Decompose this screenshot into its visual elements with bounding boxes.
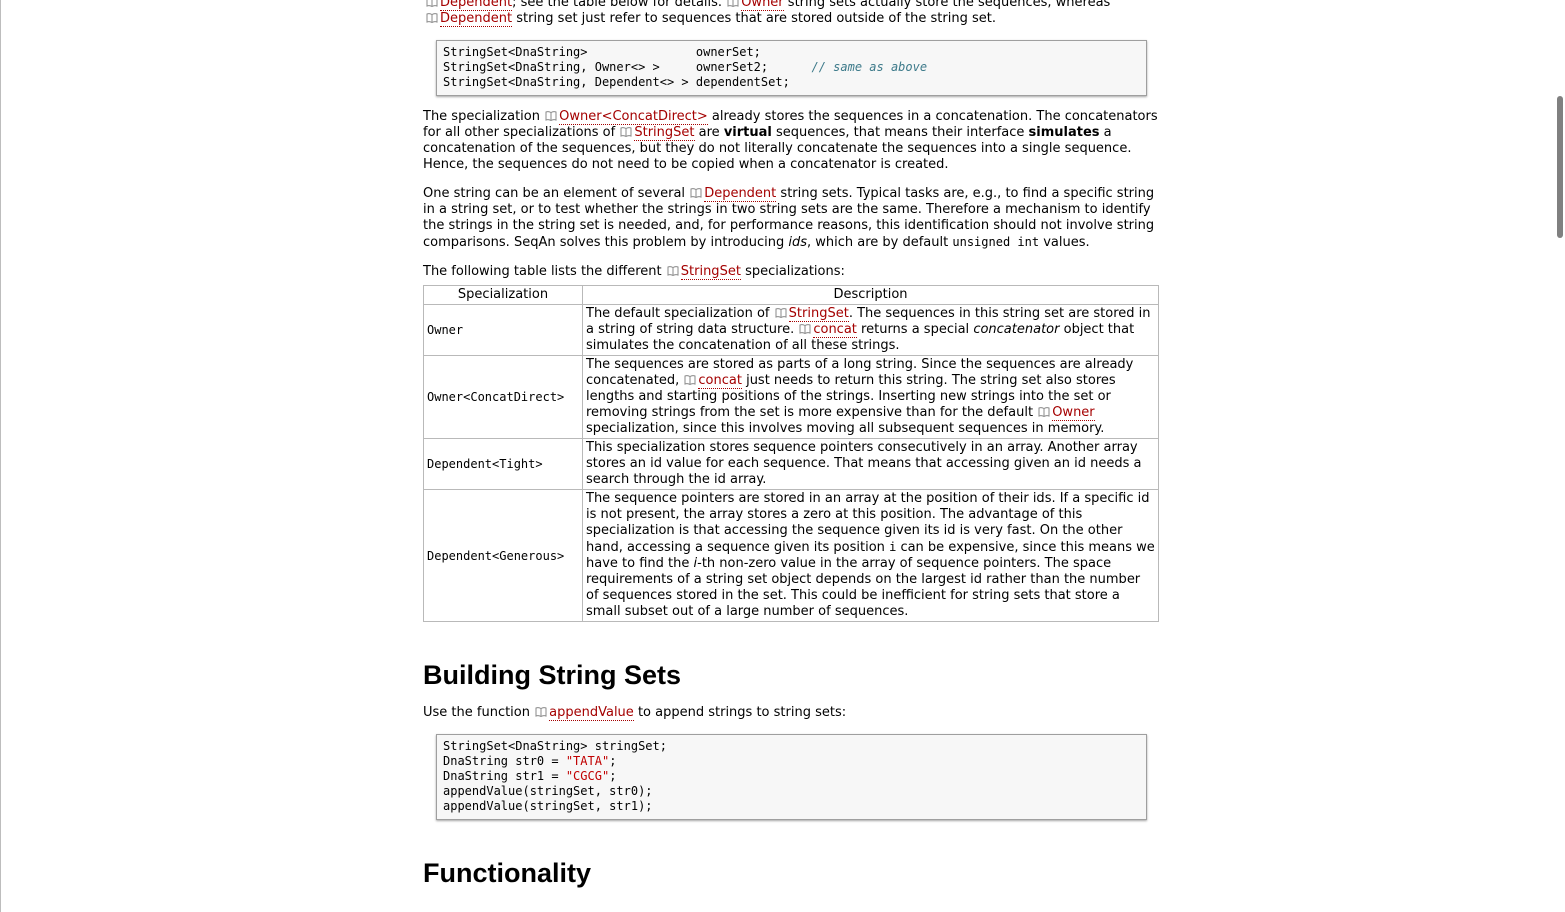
intro-text: string set just refer to sequences that … bbox=[516, 11, 996, 26]
spec-description: The default specialization of StringSet.… bbox=[582, 304, 1159, 356]
table-header-row: Specialization Description bbox=[423, 285, 1159, 305]
code-line: dependentSet; bbox=[695, 75, 790, 89]
section-heading-building-string-sets: Building String Sets bbox=[423, 660, 682, 690]
spec-description: The sequence pointers are stored in an a… bbox=[582, 489, 1159, 622]
para-text: The following table lists the different bbox=[423, 264, 662, 279]
para-text: to append strings to string sets: bbox=[637, 705, 847, 720]
table-row: Dependent<Generous> The sequence pointer… bbox=[423, 489, 1159, 622]
para-text: The specialization bbox=[423, 109, 540, 124]
book-icon bbox=[545, 111, 557, 121]
paragraph-table-intro: The following table lists the different … bbox=[423, 264, 1159, 280]
intro-text: string sets actually store the sequences… bbox=[787, 0, 1111, 10]
link-concat[interactable]: concat bbox=[698, 373, 742, 389]
vertical-scrollbar[interactable] bbox=[1553, 0, 1565, 912]
code-line: ownerSet; bbox=[695, 45, 761, 59]
link-concat[interactable]: concat bbox=[813, 322, 857, 338]
code-line: ; bbox=[609, 754, 617, 768]
link-appendvalue[interactable]: appendValue bbox=[549, 705, 634, 721]
book-icon bbox=[684, 375, 696, 385]
para-text: specializations: bbox=[745, 264, 845, 279]
code-line: StringSet<DnaString, Owner<> > bbox=[443, 60, 696, 74]
paragraph-ids: One string can be an element of several … bbox=[423, 186, 1159, 251]
code-line: StringSet<DnaString> bbox=[443, 45, 696, 59]
inline-code: i bbox=[889, 540, 897, 554]
spec-name: Dependent<Generous> bbox=[423, 489, 583, 622]
spec-name: Dependent<Tight> bbox=[423, 438, 583, 490]
link-dependent[interactable]: Dependent bbox=[704, 186, 777, 202]
para-text: sequences, that means their interface bbox=[776, 125, 1025, 140]
intro-paragraph: Dependent; see the table below for detai… bbox=[425, 0, 1159, 27]
table-row: Dependent<Tight> This specialization sto… bbox=[423, 438, 1159, 490]
code-block-append-value: StringSet<DnaString> stringSet; DnaStrin… bbox=[436, 734, 1147, 820]
table-row: Owner The default specialization of Stri… bbox=[423, 304, 1159, 356]
book-icon bbox=[799, 324, 811, 334]
book-icon bbox=[1038, 407, 1050, 417]
code-line: ; bbox=[609, 769, 617, 783]
book-icon bbox=[426, 0, 438, 7]
cell-text: specialization, since this involves movi… bbox=[586, 421, 1105, 436]
para-text: One string can be an element of several bbox=[423, 186, 686, 201]
cell-text: returns a special bbox=[861, 322, 970, 337]
para-text: are bbox=[698, 125, 720, 140]
link-stringset[interactable]: StringSet bbox=[788, 306, 849, 322]
code-line: appendValue(stringSet, str1); bbox=[443, 799, 653, 813]
paragraph-append-value: Use the function appendValue to append s… bbox=[423, 705, 1159, 721]
inline-code: unsigned int bbox=[952, 235, 1040, 249]
code-block-stringset-decl: StringSet<DnaString> ownerSet; StringSet… bbox=[436, 40, 1147, 96]
code-line: DnaString str0 = bbox=[443, 754, 566, 768]
spec-name: Owner<ConcatDirect> bbox=[423, 355, 583, 439]
specializations-table: Specialization Description Owner The def… bbox=[423, 285, 1159, 622]
table-row: Owner<ConcatDirect> The sequences are st… bbox=[423, 355, 1159, 439]
window-edge bbox=[0, 0, 1, 912]
link-owner-concatdirect[interactable]: Owner<ConcatDirect> bbox=[559, 109, 708, 125]
code-comment: // same as above bbox=[811, 60, 928, 74]
column-header: Description bbox=[582, 285, 1159, 305]
bold-term: simulates bbox=[1028, 125, 1100, 140]
column-header: Specialization bbox=[423, 285, 583, 305]
italic-term: ids bbox=[788, 235, 807, 250]
italic-term: concatenator bbox=[973, 322, 1060, 337]
cell-text: The default specialization of bbox=[586, 306, 770, 321]
paragraph-concatenation: The specialization Owner<ConcatDirect> a… bbox=[423, 109, 1159, 173]
para-text: values. bbox=[1043, 235, 1090, 250]
main-content: Dependent; see the table below for detai… bbox=[423, 0, 1159, 889]
code-string: "CGCG" bbox=[565, 769, 610, 783]
code-line: appendValue(stringSet, str0); bbox=[443, 784, 653, 798]
book-icon bbox=[535, 707, 547, 717]
spec-description: The sequences are stored as parts of a l… bbox=[582, 355, 1159, 439]
code-line: DnaString str1 = bbox=[443, 769, 566, 783]
code-string: "TATA" bbox=[565, 754, 610, 768]
cell-text: This specialization stores sequence poin… bbox=[586, 440, 1142, 487]
scrollbar-thumb[interactable] bbox=[1557, 96, 1563, 238]
section-heading-functionality: Functionality bbox=[423, 858, 591, 888]
para-text: Use the function bbox=[423, 705, 530, 720]
book-icon bbox=[727, 0, 739, 7]
bold-term: virtual bbox=[723, 125, 772, 140]
documentation-page: Dependent; see the table below for detai… bbox=[0, 0, 1565, 912]
code-line: StringSet<DnaString, Dependent<> > bbox=[443, 75, 696, 89]
book-icon bbox=[690, 188, 702, 198]
code-line: StringSet<DnaString> stringSet; bbox=[443, 739, 667, 753]
link-owner[interactable]: Owner bbox=[1052, 405, 1095, 421]
link-stringset[interactable]: StringSet bbox=[634, 125, 695, 141]
book-icon bbox=[620, 127, 632, 137]
spec-name: Owner bbox=[423, 304, 583, 356]
book-icon bbox=[775, 308, 787, 318]
para-text: , which are by default bbox=[806, 235, 949, 250]
link-dependent[interactable]: Dependent bbox=[440, 11, 513, 27]
link-owner[interactable]: Owner bbox=[741, 0, 784, 11]
intro-text: ; see the table below for details. bbox=[512, 0, 723, 10]
code-line: ownerSet2; bbox=[695, 60, 812, 74]
book-icon bbox=[667, 266, 679, 276]
spec-description: This specialization stores sequence poin… bbox=[582, 438, 1159, 490]
book-icon bbox=[426, 13, 438, 23]
link-stringset[interactable]: StringSet bbox=[680, 264, 741, 280]
link-dependent[interactable]: Dependent bbox=[440, 0, 513, 11]
